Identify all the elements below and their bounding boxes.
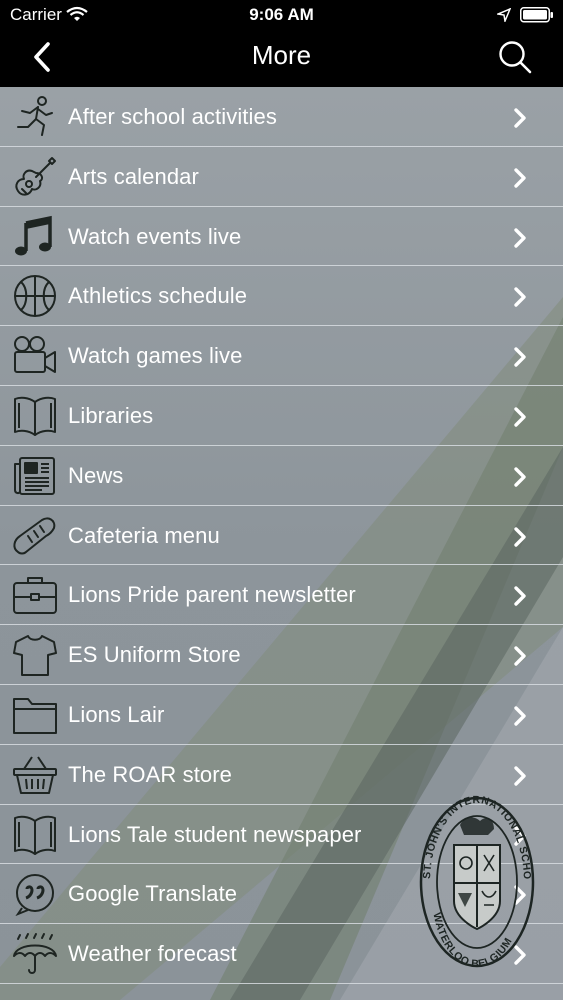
open-book-icon (12, 394, 58, 438)
chevron-right-icon (512, 526, 528, 548)
list-item[interactable]: Arts calendar (0, 147, 563, 207)
list-item-label: Lions Pride parent newsletter (68, 582, 356, 608)
list-item[interactable]: Watch games live (0, 326, 563, 386)
video-camera-icon (12, 334, 58, 378)
list-item-label: Watch games live (68, 343, 243, 369)
chevron-right-icon (512, 585, 528, 607)
running-person-icon (12, 95, 58, 139)
chevron-right-icon (512, 346, 528, 368)
list-item-label: The ROAR store (68, 761, 233, 787)
chevron-right-icon (512, 645, 528, 667)
chevron-right-icon (512, 227, 528, 249)
basketball-icon (12, 274, 58, 318)
list-item-label: Athletics schedule (68, 283, 248, 309)
list-item-label: ES Uniform Store (68, 642, 241, 668)
chevron-right-icon (512, 705, 528, 727)
page-title: More (251, 40, 312, 70)
status-time: 9:06 AM (249, 5, 314, 24)
partial-icon (12, 992, 58, 1000)
tshirt-icon (12, 633, 58, 677)
battery-icon (520, 7, 554, 28)
list-item[interactable]: Lions Pride parent newsletter (0, 565, 563, 626)
list-item-label: Weather forecast (68, 941, 237, 967)
location-arrow-icon (495, 7, 512, 27)
list-item-label: Watch events live (68, 223, 242, 249)
chevron-right-icon (512, 167, 528, 189)
chevron-right-icon (512, 286, 528, 308)
list-item-label: Libraries (68, 402, 154, 428)
list-item[interactable]: After school activities (0, 87, 563, 147)
list-item[interactable]: Lions Lair (0, 685, 563, 745)
umbrella-icon (12, 932, 58, 976)
list-item-label: Lions Lair (68, 701, 165, 727)
list-item-label: Lions Tale student newspaper (68, 821, 362, 847)
list-item-label: News (68, 462, 124, 488)
chevron-right-icon (512, 406, 528, 428)
list-item[interactable]: Cafeteria menu (0, 506, 563, 566)
open-book-icon (12, 813, 58, 857)
list-item-label: Arts calendar (68, 163, 199, 189)
list-item-label: Google Translate (68, 881, 238, 907)
chevron-right-icon (512, 466, 528, 488)
school-crest-logo: ST. JOHN'S INTERNATIONAL SCHOOL WATERLOO… (414, 786, 536, 970)
music-note-icon (12, 215, 58, 259)
list-item[interactable]: Athletics schedule (0, 266, 563, 327)
list-item[interactable]: Libraries (0, 386, 563, 446)
newspaper-icon (12, 454, 58, 498)
guitar-icon (12, 155, 58, 199)
search-icon (499, 41, 532, 74)
list-item[interactable]: ES Uniform Store (0, 625, 563, 685)
list-item[interactable]: News (0, 446, 563, 506)
quote-bubble-icon (12, 872, 58, 917)
search-button[interactable] (496, 38, 534, 76)
chevron-right-icon (512, 765, 528, 787)
chevron-right-icon (512, 107, 528, 129)
status-bar: Carrier 9:06 AM (0, 0, 563, 30)
bread-icon (12, 514, 58, 558)
list-item-label: After school activities (68, 104, 277, 129)
navigation-bar: Carrier 9:06 AM More (0, 0, 563, 87)
list-item-label: Cafeteria menu (68, 522, 220, 548)
list-item-partial[interactable] (0, 984, 563, 1000)
list-item[interactable]: Watch events live (0, 207, 563, 267)
folder-icon (12, 693, 58, 737)
shopping-basket-icon (12, 753, 58, 797)
briefcase-icon (12, 573, 58, 617)
